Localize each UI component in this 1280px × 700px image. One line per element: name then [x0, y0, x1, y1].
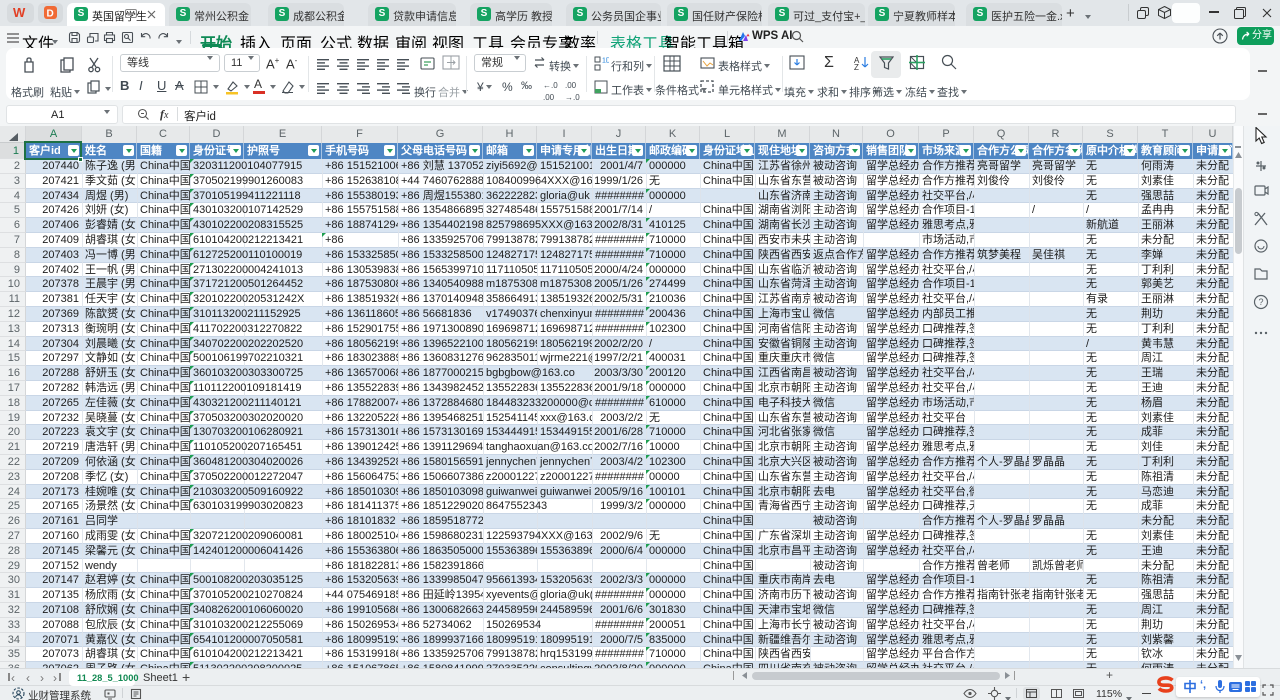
svg-text:?: ?	[1259, 297, 1264, 307]
svg-text:W: W	[13, 6, 26, 19]
svg-text:D: D	[47, 9, 54, 20]
svg-text:Z: Z	[854, 63, 859, 71]
svg-text:1D: 1D	[602, 58, 609, 65]
